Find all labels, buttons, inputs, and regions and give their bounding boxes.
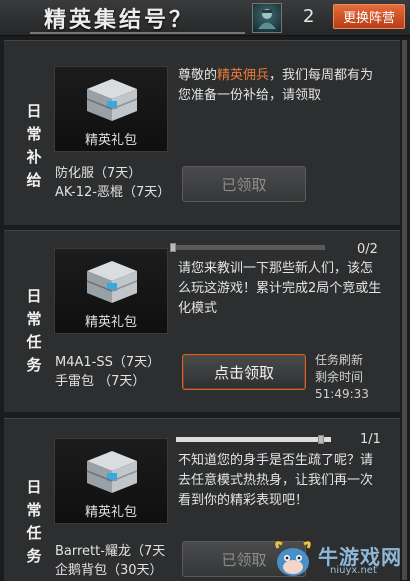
change-camp-button[interactable]: 更换阵营 xyxy=(333,4,405,29)
reward-label: 精英礼包 xyxy=(84,133,137,148)
reward-items: 防化服（7天） AK-12-恶棍（7天） xyxy=(55,164,170,202)
reward-item: M4A1-SS（7天） xyxy=(55,355,161,370)
reward-item: 手雷包 （7天） xyxy=(55,374,146,389)
side-label-daily-mission: 日常 任务 xyxy=(26,287,42,374)
progress-knob xyxy=(318,435,324,444)
soldier-avatar-icon[interactable] xyxy=(252,3,282,33)
progress-knob xyxy=(170,243,176,252)
reward-label: 精英礼包 xyxy=(84,505,137,520)
reward-item: Barrett-耀龙（7天 xyxy=(55,544,166,559)
task-progress-bar xyxy=(170,243,325,252)
highlight-text: 精英佣兵 xyxy=(217,68,270,83)
progress-fill xyxy=(176,437,331,442)
reward-box[interactable]: 精英礼包 xyxy=(54,438,168,524)
task-progress-bar xyxy=(176,435,331,444)
reward-box[interactable]: 精英礼包 xyxy=(54,248,168,334)
progress-text: 0/2 xyxy=(357,242,378,257)
camp-count: 2 xyxy=(303,6,315,27)
reward-box[interactable]: 精英礼包 xyxy=(54,66,168,152)
reward-item: 防化服（7天） xyxy=(55,166,142,181)
title-underline xyxy=(30,32,245,34)
progress-text: 1/1 xyxy=(360,432,381,447)
reward-label: 精英礼包 xyxy=(84,315,137,330)
side-label-daily-supply: 日常 补给 xyxy=(26,102,42,189)
reward-items: M4A1-SS（7天） 手雷包 （7天） xyxy=(55,353,160,391)
task-description: 不知道您的身手是否生疏了呢？请去任意模式热热身，让我们再一次看到你的精彩表现吧！ xyxy=(178,453,374,508)
claimed-button[interactable]: 已领取 xyxy=(182,166,306,202)
reward-items: Barrett-耀龙（7天 企鹅背包（30天） xyxy=(55,542,165,580)
supply-chest-icon xyxy=(86,261,138,303)
cow-mascot-icon xyxy=(275,541,311,576)
watermark-url: niuyx.net xyxy=(330,565,377,576)
supply-chest-icon xyxy=(86,451,138,493)
reward-item: 企鹅背包（30天） xyxy=(55,563,163,578)
remaining-time: 51:49:33 xyxy=(315,387,369,401)
task-refresh-timer: 任务刷新 剩余时间 51:49:33 xyxy=(315,353,369,401)
side-label-daily-mission: 日常 任务 xyxy=(26,478,42,565)
task-description: 尊敬的精英佣兵，我们每周都有为您准备一份补给，请领取 xyxy=(178,68,374,103)
page-title: 精英集结号？ xyxy=(44,8,195,33)
supply-chest-icon xyxy=(86,79,138,121)
claim-button[interactable]: 点击领取 xyxy=(182,354,306,390)
header-bar: 精英集结号？ 2 更换阵营 xyxy=(0,0,410,36)
scroll-thumb[interactable] xyxy=(402,40,407,580)
task-description: 请您来教训一下那些新人们，该怎么玩这游戏！累计完成2局个竞或生化模式 xyxy=(178,261,382,316)
reward-item: AK-12-恶棍（7天） xyxy=(55,185,171,200)
scrollbar[interactable] xyxy=(402,40,407,581)
